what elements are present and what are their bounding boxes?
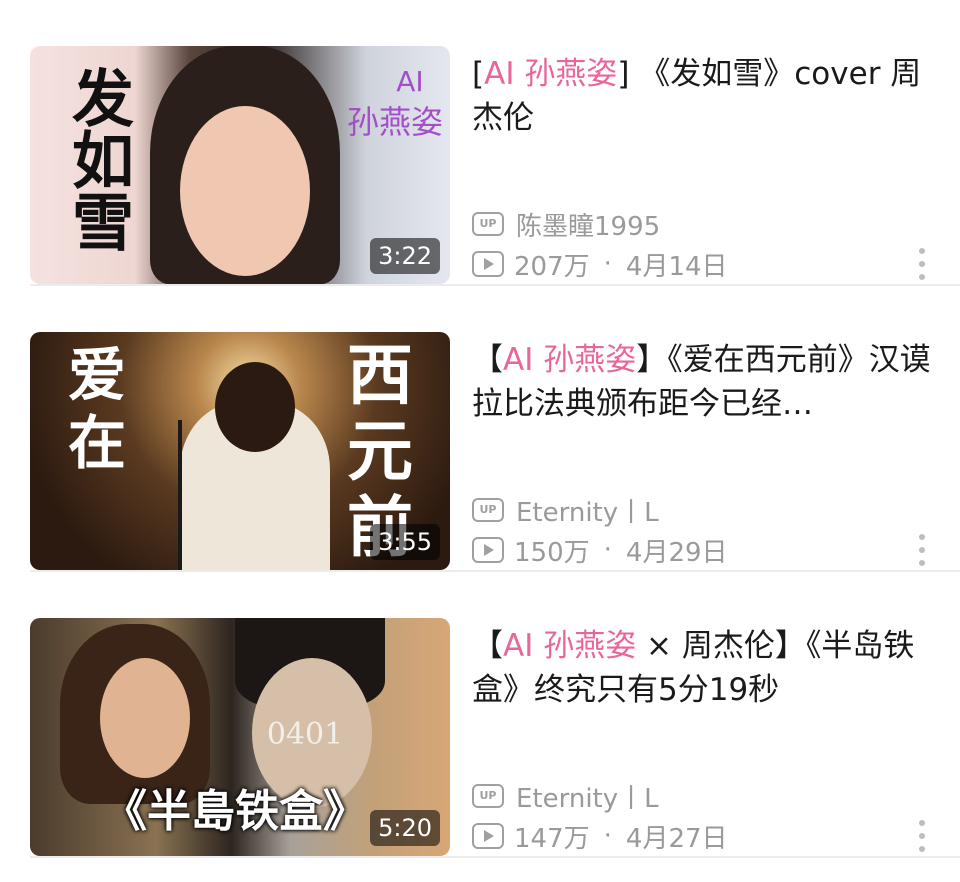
stats-row: 147万 · 4月27日 <box>472 820 728 854</box>
view-count: 150万 <box>514 537 590 568</box>
separator: · <box>603 821 612 851</box>
view-count: 147万 <box>514 823 590 854</box>
performer-head <box>215 362 295 452</box>
stats-row: 207万 · 4月14日 <box>472 248 728 282</box>
thumbnail-number: 0401 <box>266 717 344 752</box>
divider <box>30 856 960 858</box>
thumbnail-tag-top: AI <box>396 65 424 98</box>
play-icon <box>472 823 504 849</box>
up-badge-icon: UP <box>472 212 504 236</box>
play-icon <box>472 537 504 563</box>
video-duration: 3:22 <box>370 238 440 274</box>
more-vertical-icon[interactable] <box>918 248 926 280</box>
thumbnail-tag-bottom: 孙燕姿 <box>346 103 443 141</box>
video-thumbnail[interactable]: 0401 《半島铁盒》 5:20 <box>30 618 450 856</box>
more-vertical-icon[interactable] <box>918 820 926 852</box>
video-list: 发如雪 AI 孙燕姿 3:22 [AI 孙燕姿] 《发如雪》cover 周杰伦 … <box>0 0 960 882</box>
portrait-left-face <box>100 658 190 778</box>
uploader-row[interactable]: UP Eternity丨L <box>472 778 659 815</box>
publish-date: 4月27日 <box>625 823 728 854</box>
video-duration: 3:55 <box>370 524 440 560</box>
video-duration: 5:20 <box>370 810 440 846</box>
title-tag: AI 孙燕姿 <box>503 628 637 664</box>
separator: · <box>603 535 612 565</box>
video-thumbnail[interactable]: 爱 在 西 元 前 3:55 <box>30 332 450 570</box>
title-bracket: 【 <box>472 342 503 378</box>
publish-date: 4月29日 <box>625 537 728 568</box>
video-title[interactable]: 【AI 孙燕姿 × 周杰伦】《半岛铁盒》终究只有5分19秒 <box>472 624 932 712</box>
more-vertical-icon[interactable] <box>918 534 926 566</box>
view-count: 207万 <box>514 251 590 282</box>
video-card[interactable]: 爱 在 西 元 前 3:55 【AI 孙燕姿】《爱在西元前》汉谟拉比法典颁布距今… <box>0 286 960 572</box>
uploader-row[interactable]: UP 陈墨瞳1995 <box>472 206 660 243</box>
uploader-name[interactable]: 陈墨瞳1995 <box>516 206 660 243</box>
title-bracket: 【 <box>472 628 503 664</box>
microphone-stand <box>178 420 182 570</box>
portrait-face <box>180 106 310 276</box>
uploader-name[interactable]: Eternity丨L <box>516 778 659 815</box>
up-badge-icon: UP <box>472 498 504 522</box>
video-title[interactable]: [AI 孙燕姿] 《发如雪》cover 周杰伦 <box>472 52 932 140</box>
thumbnail-title-left-2: 在 <box>67 409 126 477</box>
title-tag: AI 孙燕姿 <box>503 342 637 378</box>
title-tag: AI 孙燕姿 <box>484 56 618 92</box>
stats-row: 150万 · 4月29日 <box>472 534 728 568</box>
publish-date: 4月14日 <box>625 251 728 282</box>
separator: · <box>603 249 612 279</box>
thumbnail-title-right-1: 西 <box>347 336 413 414</box>
video-thumbnail[interactable]: 发如雪 AI 孙燕姿 3:22 <box>30 46 450 284</box>
title-bracket: [ <box>472 56 485 92</box>
video-card[interactable]: 发如雪 AI 孙燕姿 3:22 [AI 孙燕姿] 《发如雪》cover 周杰伦 … <box>0 0 960 286</box>
uploader-name[interactable]: Eternity丨L <box>516 492 659 529</box>
uploader-row[interactable]: UP Eternity丨L <box>472 492 659 529</box>
thumbnail-title-left-1: 爱 <box>67 341 126 409</box>
play-icon <box>472 251 504 277</box>
thumbnail-title-vertical: 发如雪 <box>61 66 134 252</box>
thumbnail-title-bottom: 《半島铁盒》 <box>103 786 367 837</box>
thumbnail-title-right-2: 元 <box>347 412 413 490</box>
up-badge-icon: UP <box>472 784 504 808</box>
video-card[interactable]: 0401 《半島铁盒》 5:20 【AI 孙燕姿 × 周杰伦】《半岛铁盒》终究只… <box>0 572 960 858</box>
video-title[interactable]: 【AI 孙燕姿】《爱在西元前》汉谟拉比法典颁布距今已经… <box>472 338 932 426</box>
